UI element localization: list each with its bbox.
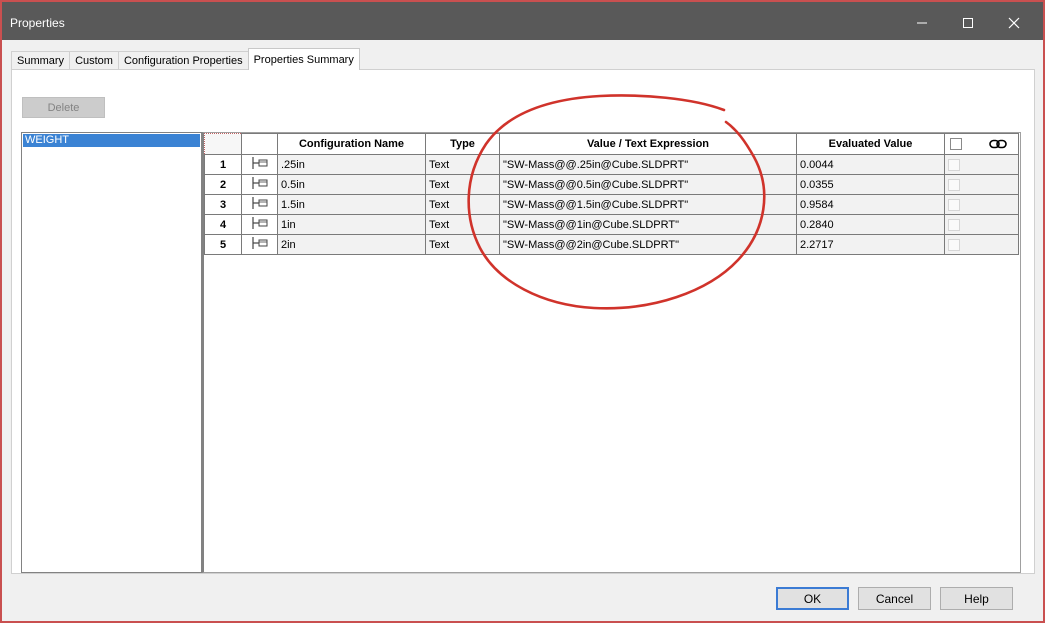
select-all-checkbox[interactable]	[950, 138, 962, 150]
title-bar: Properties	[2, 2, 1043, 40]
value-expression-cell[interactable]: "SW-Mass@@1in@Cube.SLDPRT"	[499, 214, 797, 235]
column-header-evaluated-value[interactable]: Evaluated Value	[796, 133, 945, 155]
ok-button[interactable]: OK	[776, 587, 849, 610]
column-header-link	[944, 133, 1019, 155]
close-icon	[1008, 17, 1020, 29]
type-cell[interactable]: Text	[425, 154, 500, 175]
type-cell[interactable]: Text	[425, 174, 500, 195]
minimize-icon	[917, 22, 927, 24]
tab-strip: Summary Custom Configuration Properties …	[11, 48, 360, 70]
minimize-button[interactable]	[900, 8, 944, 38]
link-checkbox[interactable]	[948, 198, 960, 211]
value-expression-cell[interactable]: "SW-Mass@@1.5in@Cube.SLDPRT"	[499, 194, 797, 215]
configuration-icon-cell	[241, 174, 278, 195]
link-cell	[944, 194, 1019, 215]
value-expression-cell[interactable]: "SW-Mass@@.25in@Cube.SLDPRT"	[499, 154, 797, 175]
configuration-name-cell[interactable]: .25in	[277, 154, 426, 175]
configuration-icon-cell	[241, 234, 278, 255]
row-number[interactable]: 3	[204, 194, 242, 215]
configuration-icon	[251, 237, 267, 249]
link-cell	[944, 214, 1019, 235]
configuration-icon-cell	[241, 194, 278, 215]
link-cell	[944, 154, 1019, 175]
icon-column-header	[241, 133, 278, 155]
configuration-icon	[251, 177, 267, 189]
link-checkbox[interactable]	[948, 158, 960, 171]
evaluated-value-cell: 0.0044	[796, 154, 945, 175]
table-row[interactable]: 3 1.5in Text "SW-Mass@@1.5in@Cube.SLDPRT…	[204, 194, 1019, 215]
dialog-client-area: Summary Custom Configuration Properties …	[2, 40, 1043, 621]
configuration-name-cell[interactable]: 0.5in	[277, 174, 426, 195]
evaluated-value-cell: 2.2717	[796, 234, 945, 255]
configuration-icon-cell	[241, 154, 278, 175]
link-checkbox[interactable]	[948, 238, 960, 251]
type-cell[interactable]: Text	[425, 214, 500, 235]
type-cell[interactable]: Text	[425, 234, 500, 255]
evaluated-value-cell: 0.9584	[796, 194, 945, 215]
evaluated-value-cell: 0.0355	[796, 174, 945, 195]
table-row[interactable]: 1 .25in Text "SW-Mass@@.25in@Cube.SLDPRT…	[204, 154, 1019, 175]
link-cell	[944, 174, 1019, 195]
property-list-item[interactable]: WEIGHT	[23, 134, 200, 147]
properties-grid: Configuration Name Type Value / Text Exp…	[202, 132, 1021, 573]
value-expression-cell[interactable]: "SW-Mass@@2in@Cube.SLDPRT"	[499, 234, 797, 255]
delete-button[interactable]: Delete	[22, 97, 105, 118]
configuration-icon-cell	[241, 214, 278, 235]
grid-corner-cell[interactable]	[204, 133, 242, 155]
maximize-button[interactable]	[946, 8, 990, 38]
table-row[interactable]: 5 2in Text "SW-Mass@@2in@Cube.SLDPRT" 2.…	[204, 234, 1019, 255]
link-icon[interactable]	[989, 139, 1007, 149]
maximize-icon	[963, 18, 973, 28]
configuration-icon	[251, 217, 267, 229]
link-cell	[944, 234, 1019, 255]
properties-dialog: Properties Summary Custom Configuration …	[0, 0, 1045, 623]
table-row[interactable]: 4 1in Text "SW-Mass@@1in@Cube.SLDPRT" 0.…	[204, 214, 1019, 235]
column-header-value[interactable]: Value / Text Expression	[499, 133, 797, 155]
property-list[interactable]: WEIGHT	[21, 132, 202, 573]
configuration-icon	[251, 157, 267, 169]
configuration-name-cell[interactable]: 1in	[277, 214, 426, 235]
row-number[interactable]: 2	[204, 174, 242, 195]
value-expression-cell[interactable]: "SW-Mass@@0.5in@Cube.SLDPRT"	[499, 174, 797, 195]
configuration-icon	[251, 197, 267, 209]
cancel-button[interactable]: Cancel	[858, 587, 931, 610]
column-header-type[interactable]: Type	[425, 133, 500, 155]
help-button[interactable]: Help	[940, 587, 1013, 610]
row-number[interactable]: 1	[204, 154, 242, 175]
evaluated-value-cell: 0.2840	[796, 214, 945, 235]
tab-configuration-properties[interactable]: Configuration Properties	[117, 51, 249, 70]
tab-custom[interactable]: Custom	[69, 51, 119, 70]
table-row[interactable]: 2 0.5in Text "SW-Mass@@0.5in@Cube.SLDPRT…	[204, 174, 1019, 195]
configuration-name-cell[interactable]: 2in	[277, 234, 426, 255]
properties-table: Configuration Name Type Value / Text Exp…	[204, 133, 1019, 255]
close-button[interactable]	[992, 8, 1036, 38]
tab-properties-summary[interactable]: Properties Summary	[247, 48, 360, 70]
column-header-configuration-name[interactable]: Configuration Name	[277, 133, 426, 155]
table-header-row: Configuration Name Type Value / Text Exp…	[204, 133, 1019, 155]
tab-summary[interactable]: Summary	[11, 51, 71, 70]
link-checkbox[interactable]	[948, 178, 960, 191]
type-cell[interactable]: Text	[425, 194, 500, 215]
link-checkbox[interactable]	[948, 218, 960, 231]
configuration-name-cell[interactable]: 1.5in	[277, 194, 426, 215]
properties-summary-panel: Delete WEIGHT Configuration Name Type Va…	[11, 69, 1035, 574]
row-number[interactable]: 4	[204, 214, 242, 235]
window-title: Properties	[10, 16, 65, 30]
row-number[interactable]: 5	[204, 234, 242, 255]
